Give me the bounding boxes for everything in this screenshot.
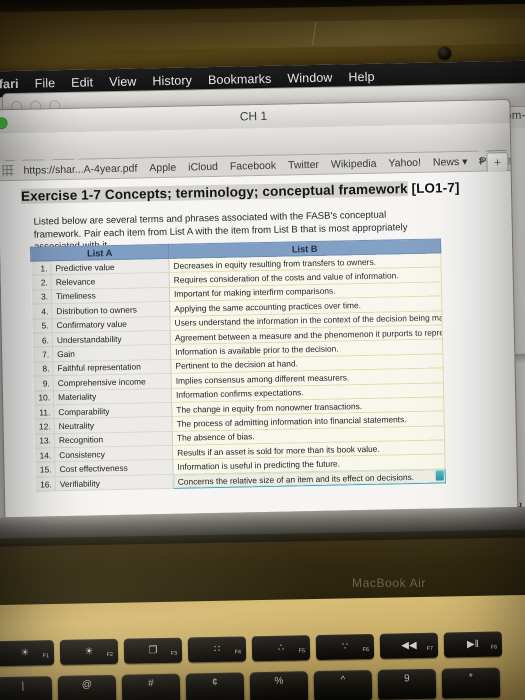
bookmarks-overflow-icon[interactable]: » bbox=[478, 155, 484, 167]
play-pause-icon: ▶‖ bbox=[466, 638, 479, 650]
safari-window[interactable]: CH 1 ‹ ☁ ➚ + M ezto.mheducation.com /hm.… bbox=[0, 99, 519, 524]
key-label: F2 bbox=[106, 651, 114, 659]
menu-bookmarks[interactable]: Bookmarks bbox=[200, 72, 280, 88]
key-label: F8 bbox=[490, 644, 498, 651]
bookmark-news[interactable]: News ▾ bbox=[427, 155, 474, 168]
row-number: 14. bbox=[34, 447, 55, 463]
number-key[interactable]: | bbox=[0, 676, 53, 700]
list-b-value: Implies consensus among different measur… bbox=[175, 372, 350, 386]
number-key[interactable]: * bbox=[441, 667, 501, 699]
list-b-value: Information is available prior to the de… bbox=[175, 343, 339, 357]
key-label: F5 bbox=[298, 648, 306, 655]
key-f4[interactable]: ∷ F4 bbox=[187, 636, 247, 663]
key-symbol: * bbox=[468, 672, 473, 684]
key-f1[interactable]: ☀ F1 bbox=[0, 640, 55, 667]
webcam-icon bbox=[438, 47, 451, 60]
bookmark-wikipedia[interactable]: Wikipedia bbox=[325, 157, 383, 170]
bookmark-facebook[interactable]: Facebook bbox=[224, 159, 282, 172]
macbook-air-label: MacBook Air bbox=[352, 576, 426, 590]
matching-table-body: 1. Predictive value Decreases in equity re… bbox=[30, 252, 446, 492]
key-symbol: ^ bbox=[340, 674, 346, 686]
key-label: F7 bbox=[426, 645, 434, 652]
list-a-term: Verifiability bbox=[55, 474, 174, 491]
bookmark-apple[interactable]: Apple bbox=[143, 161, 182, 174]
list-b-value: The absence of bias. bbox=[176, 431, 255, 444]
row-number: 11. bbox=[33, 404, 55, 420]
key-f2[interactable]: ☀ F2 bbox=[59, 638, 119, 665]
show-all-bookmarks-icon[interactable] bbox=[2, 165, 14, 177]
row-number: 9. bbox=[33, 375, 54, 391]
exercise-title-main: Exercise 1-7 Concepts; terminology; conc… bbox=[20, 181, 408, 204]
list-b-value: Information is useful in predicting the … bbox=[177, 458, 341, 472]
exercise-title-lo: [LO1-7] bbox=[407, 180, 460, 197]
mission-control-icon: ❐ bbox=[148, 644, 158, 656]
row-number: 6. bbox=[32, 332, 53, 348]
key-label: F6 bbox=[362, 647, 370, 654]
key-label: F4 bbox=[234, 649, 242, 656]
row-number: 4. bbox=[31, 303, 52, 319]
key-f7[interactable]: ◀◀ F7 bbox=[379, 632, 439, 659]
row-number: 12. bbox=[34, 419, 55, 434]
row-number: 2. bbox=[31, 275, 52, 290]
row-number: 5. bbox=[31, 318, 53, 334]
laptop-screen: afari File Edit View History Bookmarks W… bbox=[0, 60, 525, 524]
menu-edit[interactable]: Edit bbox=[63, 75, 101, 90]
row-number: 8. bbox=[32, 361, 54, 377]
bookmark-pdf[interactable]: https://shar...A-4year.pdf bbox=[17, 162, 143, 177]
key-f6[interactable]: ∵ F6 bbox=[315, 633, 375, 661]
list-b-value: Applying the same accounting practices o… bbox=[174, 299, 362, 314]
row-number: 10. bbox=[33, 390, 54, 406]
add-bookmark-button[interactable]: + bbox=[486, 152, 509, 173]
number-key[interactable]: % bbox=[249, 671, 309, 700]
key-f8[interactable]: ▶‖ F8 bbox=[443, 631, 503, 658]
menu-help[interactable]: Help bbox=[340, 70, 382, 85]
chevron-down-icon[interactable] bbox=[435, 470, 444, 481]
key-label: F3 bbox=[170, 650, 178, 657]
list-b-value: Pertinent to the decision at hand. bbox=[175, 358, 299, 372]
menubar-app-name[interactable]: afari bbox=[0, 77, 27, 92]
number-key[interactable]: # bbox=[121, 673, 181, 700]
menu-history[interactable]: History bbox=[144, 73, 200, 88]
list-b-value: Important for making interfirm compariso… bbox=[173, 286, 336, 300]
key-f3[interactable]: ❐ F3 bbox=[123, 637, 183, 664]
list-b-value: The change in equity from nonowner trans… bbox=[176, 400, 363, 415]
key-symbol: ¢ bbox=[212, 676, 218, 689]
matching-table: List A List B 1. Predictive value Decrease… bbox=[30, 238, 446, 492]
row-number: 16. bbox=[35, 476, 56, 492]
key-label: F1 bbox=[42, 653, 50, 660]
page-content: Exercise 1-7 Concepts; terminology; conc… bbox=[0, 171, 518, 523]
row-number: 7. bbox=[32, 347, 53, 362]
row-number: 1. bbox=[30, 260, 52, 276]
row-number: 3. bbox=[31, 289, 52, 305]
brightness-down-icon: ☀ bbox=[20, 647, 30, 659]
launchpad-icon: ∷ bbox=[213, 643, 221, 655]
number-key[interactable]: 9 bbox=[377, 668, 437, 700]
menu-file[interactable]: File bbox=[27, 76, 64, 91]
brightness-up-icon: ☀ bbox=[84, 645, 94, 657]
menu-window[interactable]: Window bbox=[279, 70, 340, 86]
bookmark-twitter[interactable]: Twitter bbox=[282, 158, 325, 171]
bookmark-yahoo[interactable]: Yahoo! bbox=[382, 156, 427, 169]
exercise-title: Exercise 1-7 Concepts; terminology; conc… bbox=[20, 180, 460, 204]
keyboard-brightness-down-icon: ∴ bbox=[277, 642, 285, 654]
key-symbol: | bbox=[21, 680, 25, 692]
bookmark-icloud[interactable]: iCloud bbox=[182, 160, 224, 173]
screenshot-root: afari File Edit View History Bookmarks W… bbox=[0, 0, 525, 700]
rewind-icon: ◀◀ bbox=[401, 639, 417, 651]
key-symbol: 9 bbox=[403, 673, 410, 685]
number-key[interactable]: @ bbox=[57, 674, 117, 700]
list-b-value: Information confirms expectations. bbox=[175, 387, 304, 400]
number-key[interactable]: ^ bbox=[313, 669, 373, 700]
keyboard-brightness-up-icon: ∵ bbox=[341, 640, 349, 653]
list-b-value: Concerns the relative size of an item an… bbox=[177, 471, 415, 487]
row-number: 13. bbox=[34, 433, 55, 449]
key-symbol: % bbox=[274, 675, 284, 687]
number-key[interactable]: ¢ bbox=[185, 672, 245, 700]
key-f5[interactable]: ∴ F5 bbox=[251, 635, 311, 662]
menu-view[interactable]: View bbox=[101, 74, 145, 90]
row-number: 15. bbox=[34, 462, 56, 477]
key-symbol: # bbox=[148, 678, 154, 690]
key-symbol: @ bbox=[81, 679, 93, 691]
